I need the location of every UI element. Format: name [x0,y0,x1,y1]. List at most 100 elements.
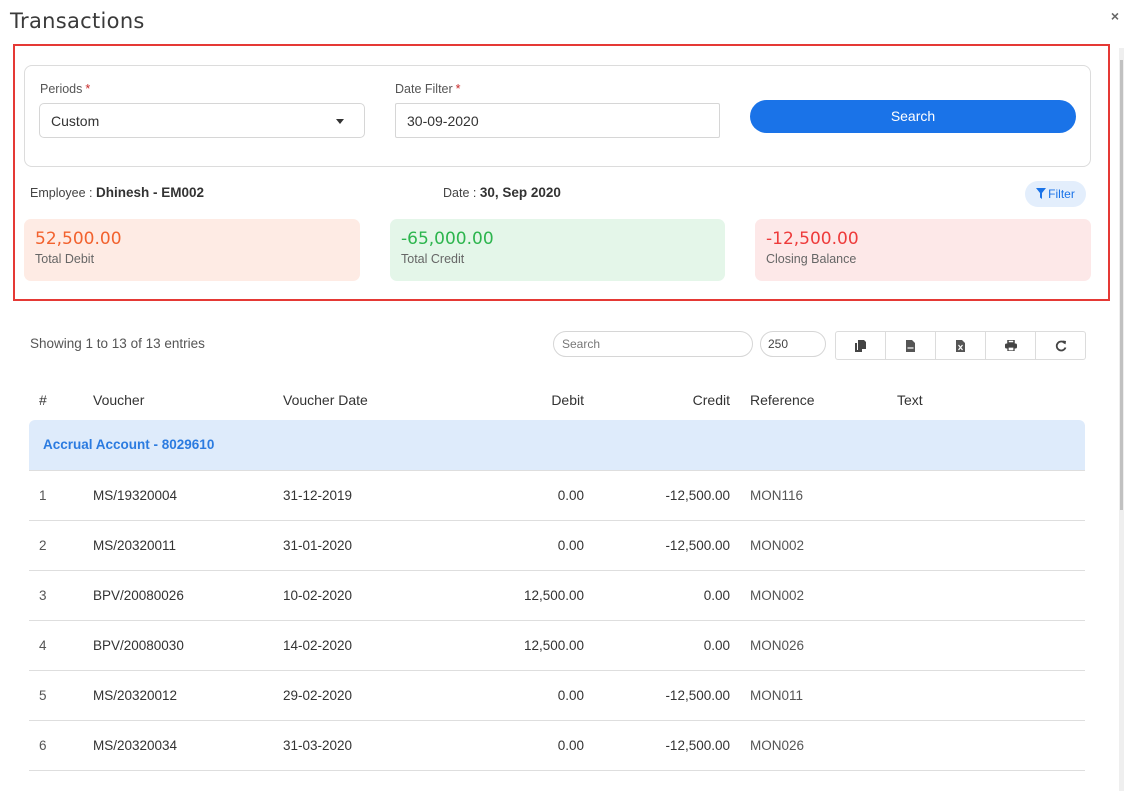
close-icon[interactable]: × [1111,8,1119,24]
date-value: 30, Sep 2020 [479,185,561,200]
csv-button[interactable] [886,332,936,359]
column-header-voucher-date[interactable]: Voucher Date [273,380,433,420]
row-index: 1 [29,470,83,521]
voucher-cell: BPV/20080026 [83,570,273,621]
periods-select[interactable]: Custom [39,103,365,138]
voucher-cell: MS/19320004 [83,470,273,521]
refresh-icon [1055,340,1066,351]
table-header-row: # Voucher Voucher Date Debit Credit Refe… [29,380,1085,420]
copy-button[interactable] [836,332,886,359]
required-marker: * [85,82,91,96]
text-cell [887,670,1085,721]
copy-icon [855,339,866,352]
closing-balance-label: Closing Balance [766,252,857,266]
total-debit-card: 52,500.00 Total Debit [24,219,360,281]
table-row[interactable]: 4 BPV/20080030 14-02-2020 12,500.00 0.00 MON0… [29,620,1085,671]
voucher-cell: MS/20320012 [83,670,273,721]
row-index: 4 [29,620,83,671]
voucher-date-cell: 29-02-2020 [273,670,433,721]
date-filter-input[interactable]: 30-09-2020 [395,103,720,138]
closing-balance-value: -12,500.00 [766,229,859,249]
credit-cell: -12,500.00 [594,670,740,721]
chevron-down-icon [336,119,344,124]
column-header-text[interactable]: Text [887,380,1085,420]
voucher-cell: MS/20320011 [83,520,273,571]
print-button[interactable] [986,332,1036,359]
periods-label-text: Periods [40,82,83,96]
print-icon [1004,340,1017,351]
text-cell [887,620,1085,671]
funnel-icon [1036,188,1047,199]
page-length-input[interactable]: 250 [760,331,826,357]
voucher-date-cell: 31-03-2020 [273,720,433,771]
debit-cell: 0.00 [433,720,594,771]
reference-cell: MON026 [740,720,887,771]
refresh-button[interactable] [1036,332,1085,359]
debit-cell: 0.00 [433,520,594,571]
employee-label: Employee : [30,186,97,200]
date-filter-label: Date Filter * [395,82,461,96]
filter-button[interactable]: Filter [1025,181,1086,207]
reference-cell: MON116 [740,470,887,521]
total-credit-card: -65,000.00 Total Credit [390,219,725,281]
group-label: Accrual Account - 8029610 [29,420,1085,471]
text-cell [887,720,1085,771]
export-button-group [835,331,1086,360]
row-index: 2 [29,520,83,571]
reference-cell: MON011 [740,670,887,721]
credit-cell: 0.00 [594,620,740,671]
scrollbar-thumb[interactable] [1120,60,1123,510]
employee-value: Dhinesh - EM002 [96,185,205,200]
credit-cell: -12,500.00 [594,520,740,571]
table-row[interactable]: 1 MS/19320004 31-12-2019 0.00 -12,500.00 MON1… [29,470,1085,521]
date-filter-value: 30-09-2020 [407,113,479,129]
closing-balance-card: -12,500.00 Closing Balance [755,219,1091,281]
required-marker: * [455,82,461,96]
periods-selected-value: Custom [51,113,100,129]
table-search-input[interactable]: Search [553,331,753,357]
column-header-index[interactable]: # [29,380,83,420]
row-index: 3 [29,570,83,621]
column-header-reference[interactable]: Reference [740,380,887,420]
date-label: Date : [443,186,480,200]
filter-button-label: Filter [1048,187,1075,201]
reference-cell: MON026 [740,620,887,671]
transactions-table: # Voucher Voucher Date Debit Credit Refe… [29,380,1085,771]
excel-button[interactable] [936,332,986,359]
csv-icon [906,339,915,352]
table-row[interactable]: 3 BPV/20080026 10-02-2020 12,500.00 0.00 MON0… [29,570,1085,621]
table-row[interactable]: 2 MS/20320011 31-01-2020 0.00 -12,500.00 MON0… [29,520,1085,571]
column-header-voucher[interactable]: Voucher [83,380,273,420]
search-button[interactable]: Search [750,100,1076,133]
column-header-debit[interactable]: Debit [433,380,594,420]
voucher-date-cell: 31-12-2019 [273,470,433,521]
group-row: Accrual Account - 8029610 [29,420,1085,471]
total-debit-label: Total Debit [35,252,95,266]
credit-cell: -12,500.00 [594,470,740,521]
total-credit-value: -65,000.00 [401,229,494,249]
text-cell [887,520,1085,571]
debit-cell: 0.00 [433,470,594,521]
column-header-credit[interactable]: Credit [594,380,740,420]
voucher-cell: MS/20320034 [83,720,273,771]
voucher-date-cell: 14-02-2020 [273,620,433,671]
voucher-date-cell: 31-01-2020 [273,520,433,571]
periods-label: Periods * [40,82,90,96]
voucher-date-cell: 10-02-2020 [273,570,433,621]
voucher-cell: BPV/20080030 [83,620,273,671]
excel-icon [956,339,965,352]
row-index: 5 [29,670,83,721]
date-filter-label-text: Date Filter [395,82,453,96]
reference-cell: MON002 [740,520,887,571]
date-info: Date : 30, Sep 2020 [443,185,561,200]
debit-cell: 12,500.00 [433,570,594,621]
text-cell [887,570,1085,621]
table-row[interactable]: 6 MS/20320034 31-03-2020 0.00 -12,500.00 MON0… [29,720,1085,771]
row-index: 6 [29,720,83,771]
credit-cell: 0.00 [594,570,740,621]
credit-cell: -12,500.00 [594,720,740,771]
reference-cell: MON002 [740,570,887,621]
employee-info: Employee : Dhinesh - EM002 [30,185,204,200]
page-title: Transactions [10,9,145,33]
table-row[interactable]: 5 MS/20320012 29-02-2020 0.00 -12,500.00 MON0… [29,670,1085,721]
